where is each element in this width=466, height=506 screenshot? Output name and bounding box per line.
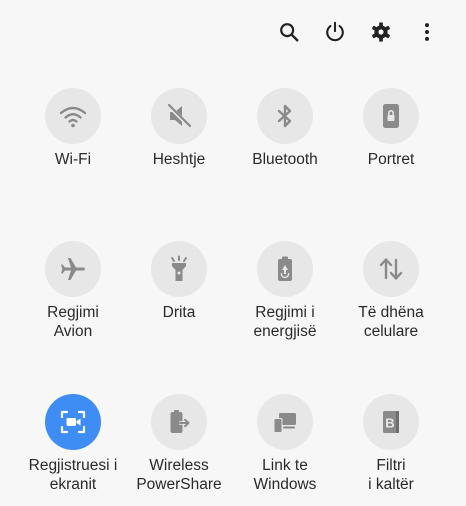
settings-gear-icon <box>372 22 390 42</box>
search-button[interactable] <box>266 16 312 48</box>
tile-link-to-windows[interactable]: Link te Windows <box>225 394 345 494</box>
search-icon <box>280 23 299 42</box>
tile-blue-light-filter-label: Filtri i kaltër <box>368 457 414 493</box>
tile-blue-light-filter[interactable]: B Filtri i kaltër <box>331 394 451 494</box>
tile-bluetooth[interactable]: Bluetooth <box>225 88 345 169</box>
tile-mute[interactable]: Heshtje <box>119 88 239 169</box>
tile-airplane-label: Regjimi Avion <box>47 304 99 340</box>
portrait-lock-icon <box>383 104 399 128</box>
tile-portrait-label: Portret <box>367 151 415 168</box>
tile-bluetooth-label: Bluetooth <box>252 151 318 168</box>
tile-wifi[interactable]: Wi-Fi <box>13 88 133 169</box>
tile-power-saving[interactable]: Regjimi i energjisë <box>225 241 345 341</box>
settings-button[interactable] <box>358 16 404 48</box>
link-to-windows-icon <box>273 413 296 433</box>
wireless-powershare-icon <box>170 410 190 433</box>
screen-recorder-icon <box>60 410 86 434</box>
power-icon <box>326 21 344 42</box>
tile-blue-light-filter-button[interactable]: B <box>363 394 419 450</box>
mute-icon <box>166 103 192 129</box>
tile-screen-recorder[interactable]: Regjistruesi i ekranit <box>13 394 133 494</box>
tile-wifi-button[interactable] <box>45 88 101 144</box>
tile-wireless-powershare-label: Wireless PowerShare <box>136 457 222 493</box>
flashlight-icon <box>171 255 187 281</box>
tile-flashlight-button[interactable] <box>151 241 207 297</box>
tile-mobile-data-label: Të dhëna celulare <box>358 304 424 340</box>
airplane-icon <box>61 258 85 280</box>
svg-text:B: B <box>385 416 394 431</box>
tile-link-to-windows-button[interactable] <box>257 394 313 450</box>
tile-wireless-powershare-button[interactable] <box>151 394 207 450</box>
power-button[interactable] <box>312 16 358 48</box>
tile-bluetooth-button[interactable] <box>257 88 313 144</box>
wifi-icon <box>59 106 87 128</box>
tile-flashlight-label: Drita <box>162 304 196 321</box>
tile-mobile-data-button[interactable] <box>363 241 419 297</box>
tile-screen-recorder-button[interactable] <box>45 394 101 450</box>
tile-airplane[interactable]: Regjimi Avion <box>13 241 133 341</box>
tile-power-saving-button[interactable] <box>257 241 313 297</box>
bluetooth-icon <box>277 104 292 128</box>
quick-panel-toolbar <box>266 16 450 48</box>
tile-power-saving-label: Regjimi i energjisë <box>253 304 317 340</box>
tile-portrait[interactable]: Portret <box>331 88 451 169</box>
tile-mobile-data[interactable]: Të dhëna celulare <box>331 241 451 341</box>
tile-flashlight[interactable]: Drita <box>119 241 239 322</box>
more-options-icon <box>424 23 430 41</box>
mobile-data-icon <box>379 258 403 280</box>
tile-airplane-button[interactable] <box>45 241 101 297</box>
tile-wifi-label: Wi-Fi <box>54 151 92 168</box>
tile-mute-label: Heshtje <box>152 151 206 168</box>
tile-wireless-powershare[interactable]: Wireless PowerShare <box>119 394 239 494</box>
tile-portrait-button[interactable] <box>363 88 419 144</box>
battery-saver-icon <box>278 256 292 281</box>
tile-mute-button[interactable] <box>151 88 207 144</box>
tile-link-to-windows-label: Link te Windows <box>253 457 317 493</box>
more-options-button[interactable] <box>404 16 450 48</box>
blue-light-filter-icon: B <box>383 411 399 433</box>
tile-screen-recorder-label: Regjistruesi i ekranit <box>28 457 118 493</box>
